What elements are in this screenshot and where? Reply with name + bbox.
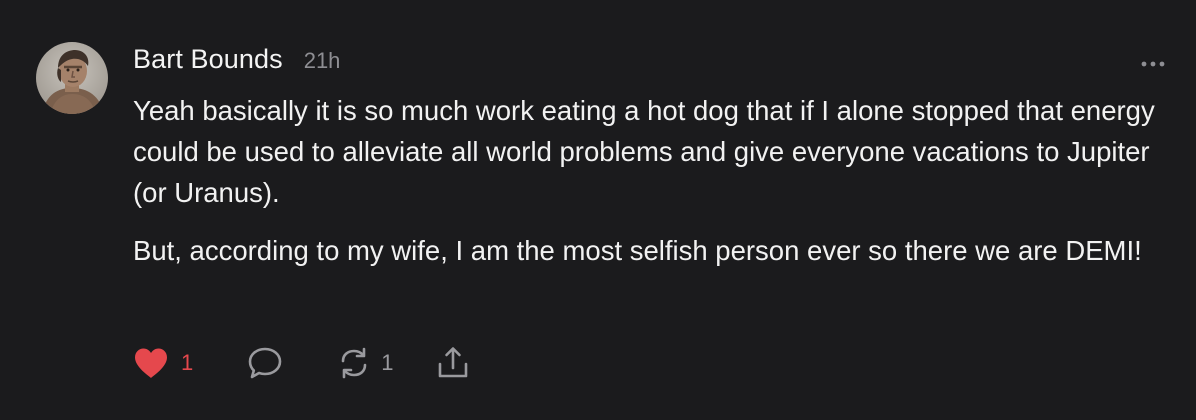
avatar-image <box>36 42 108 114</box>
comment-icon <box>248 347 282 379</box>
restack-icon <box>341 347 367 379</box>
comment-header: Bart Bounds 21h <box>133 44 340 80</box>
timestamp[interactable]: 21h <box>304 48 341 74</box>
author-name[interactable]: Bart Bounds <box>133 44 283 75</box>
reply-button[interactable] <box>247 345 283 381</box>
comment-body: Yeah basically it is so much work eating… <box>133 90 1178 271</box>
restack-button[interactable]: 1 <box>337 345 394 381</box>
share-icon <box>438 347 467 378</box>
more-options-button[interactable] <box>1140 56 1166 67</box>
restack-count: 1 <box>381 350 394 375</box>
avatar[interactable] <box>36 42 108 114</box>
like-button[interactable]: 1 <box>133 345 193 381</box>
comment-paragraph: Yeah basically it is so much work eating… <box>133 95 1155 208</box>
more-icon <box>1141 61 1165 67</box>
comment-paragraph: But, according to my wife, I am the most… <box>133 235 1142 266</box>
comment-card: Bart Bounds 21h Yeah basically it is so … <box>0 0 1196 420</box>
like-count: 1 <box>181 350 194 375</box>
heart-icon <box>135 348 167 378</box>
action-bar: 1 1 <box>133 345 470 381</box>
share-button[interactable] <box>436 345 470 381</box>
